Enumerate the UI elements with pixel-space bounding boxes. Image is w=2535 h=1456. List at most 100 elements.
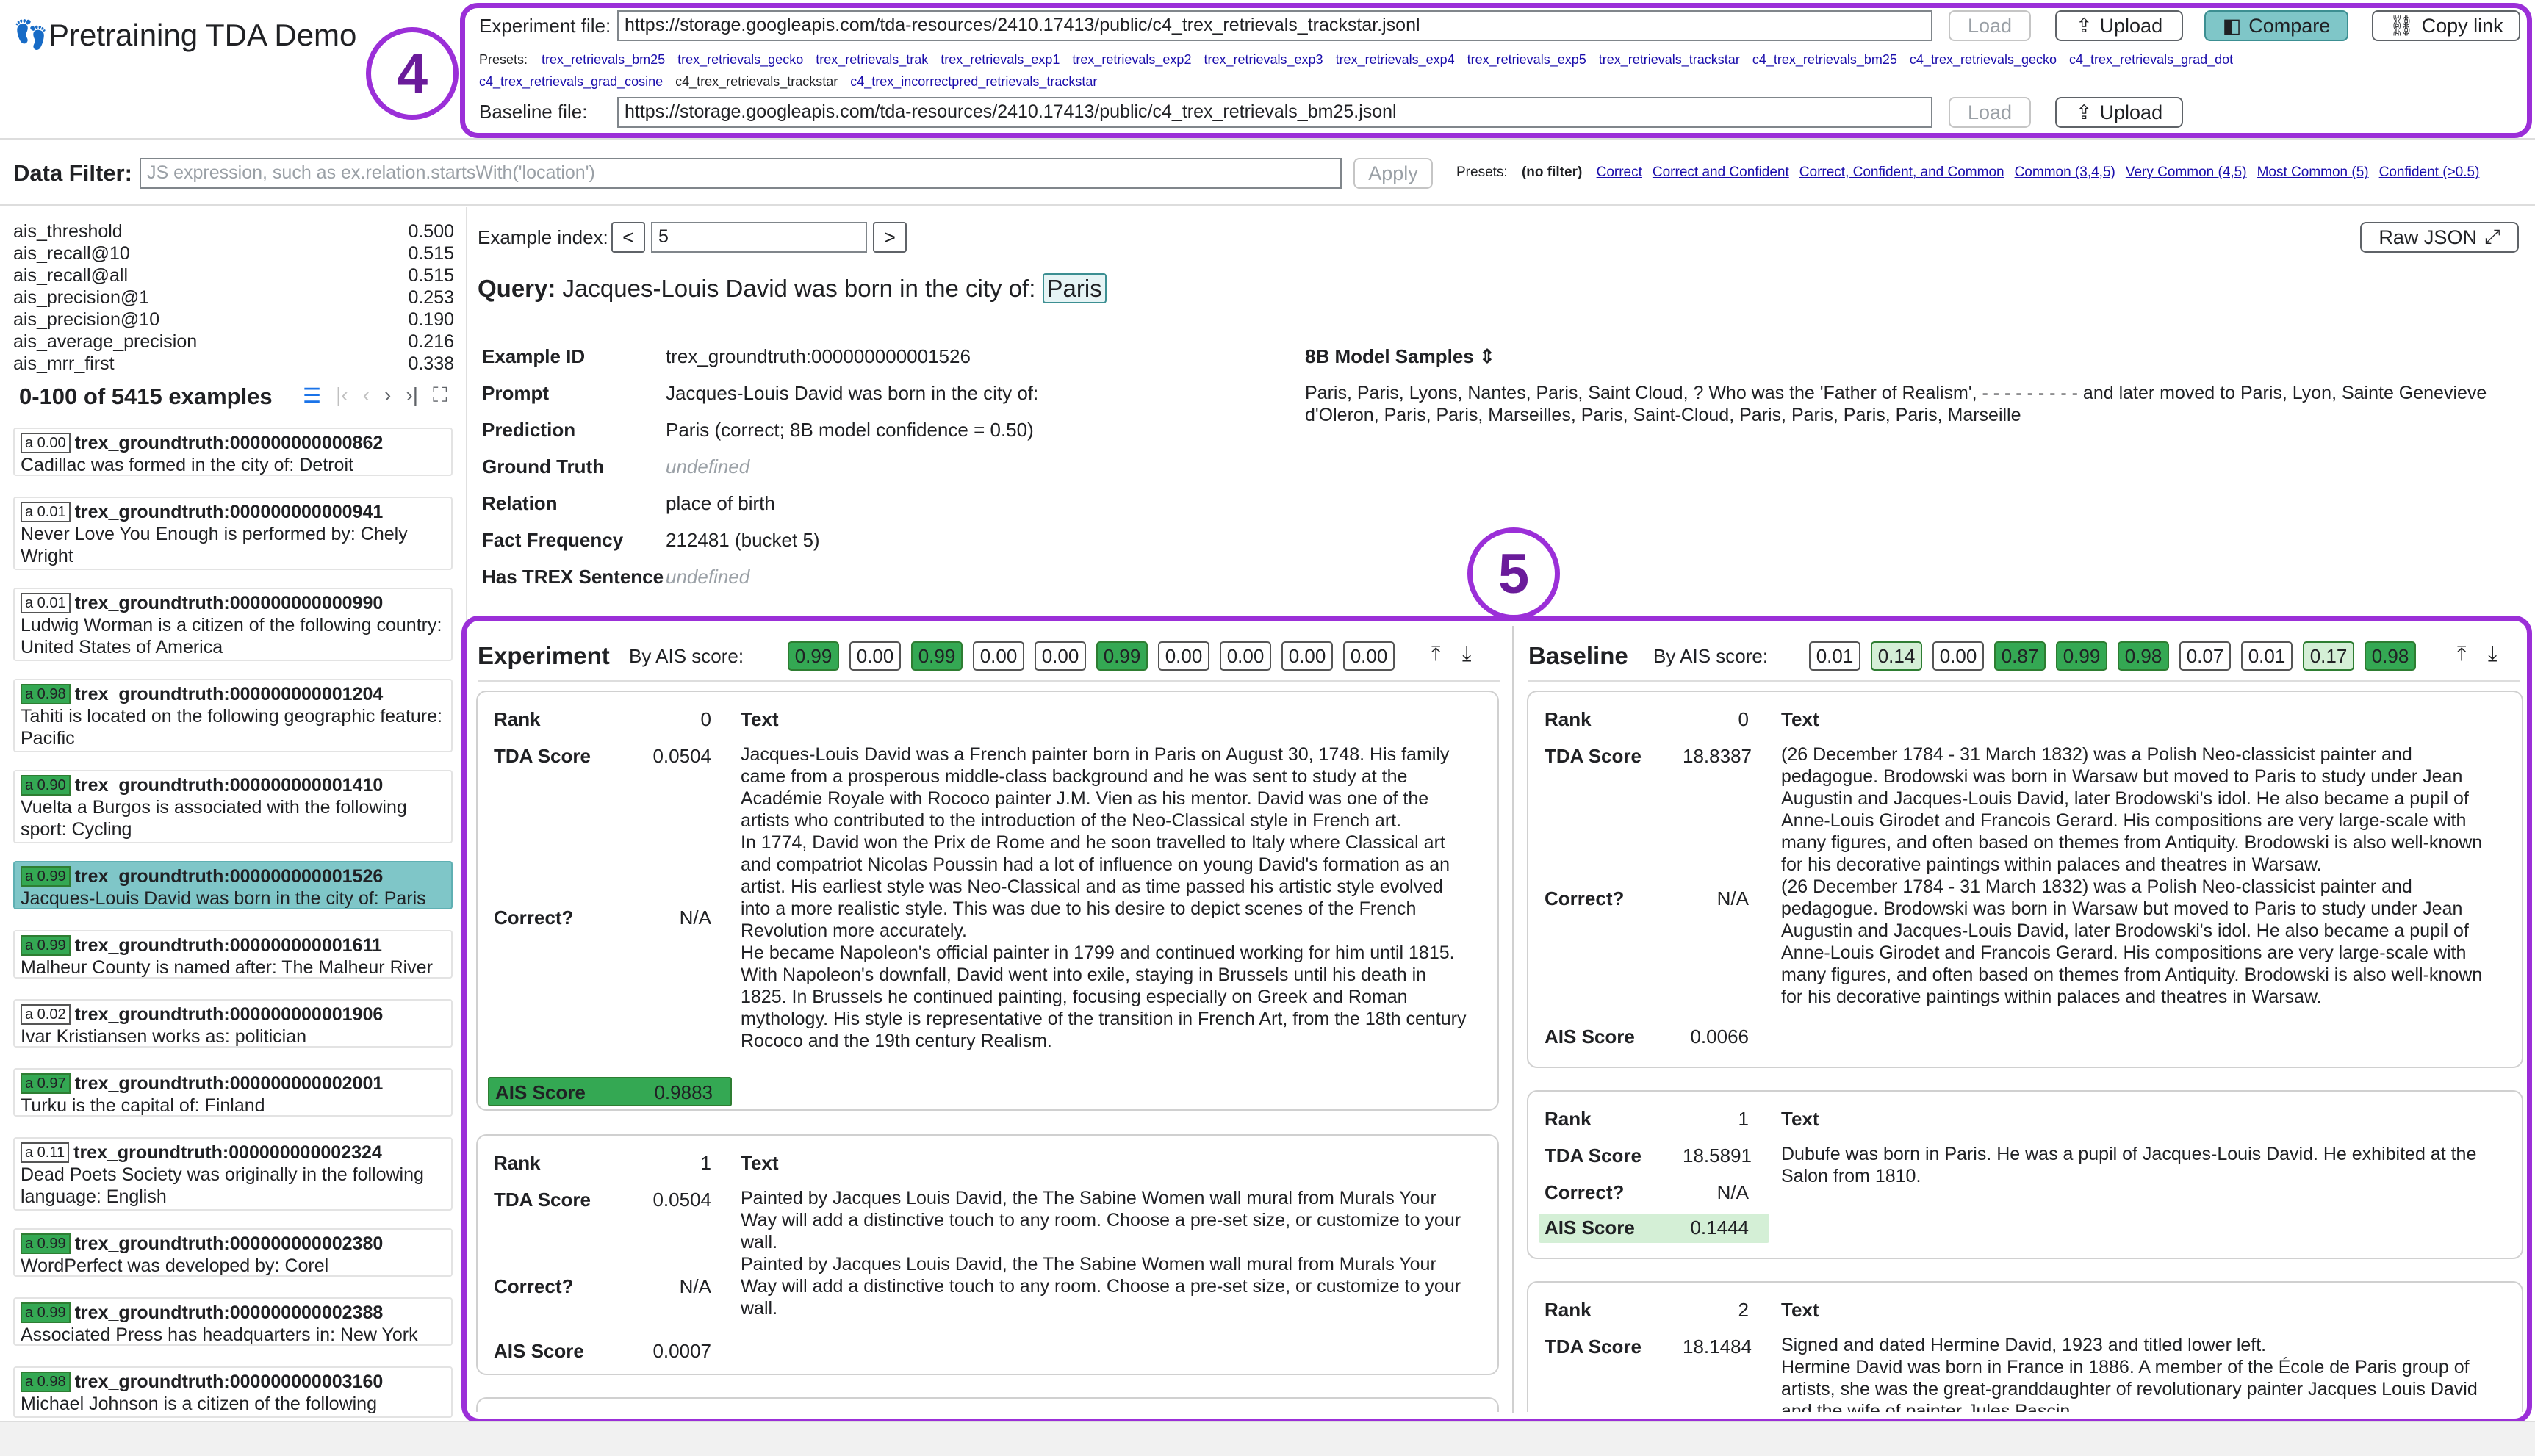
raw-json-button[interactable]: Raw JSON ⤢ [2360, 222, 2519, 253]
ais-score-chip[interactable]: 0.00 [1158, 641, 1209, 671]
experiment-preset-link[interactable]: trex_retrievals_exp2 [1072, 52, 1191, 67]
last-page-icon[interactable]: ›| [406, 383, 418, 408]
ais-score-chip[interactable]: 0.98 [2118, 641, 2169, 671]
list-item[interactable]: a 0.98 trex_groundtruth:000000000001204 Ta… [13, 679, 453, 752]
ais-score-chip[interactable]: 0.99 [788, 641, 839, 671]
example-index-input[interactable]: 5 [651, 222, 867, 253]
list-item-text: Malheur County is named after: The Malhe… [21, 957, 433, 978]
experiment-load-button[interactable]: Load [1949, 10, 2031, 41]
correct-label: Correct? [494, 907, 574, 929]
ais-score-chip[interactable]: 0.99 [2056, 641, 2107, 671]
experiment-file-input[interactable]: https://storage.googleapis.com/tda-resou… [617, 10, 1932, 41]
ais-score-chip[interactable]: 0.99 [1096, 641, 1148, 671]
experiment-preset-link[interactable]: trex_retrievals_exp3 [1204, 52, 1323, 67]
ais-score-chip[interactable]: 0.07 [2179, 641, 2231, 671]
ais-score-chip[interactable]: 0.98 [2365, 641, 2416, 671]
filter-preset-link[interactable]: Most Common (5) [2257, 165, 2369, 180]
upload-icon: ⇪ [2075, 14, 2093, 37]
filter-preset-link[interactable]: Correct, Confident, and Common [1799, 165, 2004, 180]
experiment-download-icon[interactable]: ⤓ [1462, 642, 1471, 666]
experiment-upload-button[interactable]: ⇪ Upload [2055, 10, 2183, 41]
experiment-preset-link[interactable]: trex_retrievals_gecko [677, 52, 803, 67]
prev-example-button[interactable]: < [611, 222, 645, 253]
baseline-download-icon[interactable]: ⤓ [2488, 642, 2497, 666]
experiment-preset-current[interactable]: c4_trex_retrievals_trackstar [675, 74, 838, 89]
ais-score-chip[interactable]: 0.14 [1871, 641, 1922, 671]
experiment-preset-link[interactable]: c4_trex_retrievals_grad_dot [2069, 52, 2233, 67]
experiment-preset-link[interactable]: trex_retrievals_exp1 [941, 52, 1060, 67]
baseline-file-input[interactable]: https://storage.googleapis.com/tda-resou… [617, 97, 1932, 128]
list-item[interactable]: a 0.02 trex_groundtruth:000000000001906 Iv… [13, 999, 453, 1048]
experiment-preset-link[interactable]: trex_retrievals_bm25 [542, 52, 665, 67]
annotation-number: 5 [1497, 542, 1530, 605]
result-card: Rank 0 Text TDA Score 0.0504 Jacques-Louis Da… [476, 691, 1499, 1111]
experiment-preset-link[interactable]: c4_trex_retrievals_gecko [1910, 52, 2057, 67]
filter-preset-link[interactable]: Very Common (4,5) [2126, 165, 2247, 180]
experiment-preset-link[interactable]: c4_trex_incorrectpred_retrievals_trackst… [850, 74, 1097, 89]
list-item[interactable]: a 0.99 trex_groundtruth:000000000001611 Ma… [13, 930, 453, 979]
horizontal-scrollbar[interactable] [0, 1421, 2535, 1456]
ais-score-chip[interactable]: 0.17 [2303, 641, 2354, 671]
baseline-load-button[interactable]: Load [1949, 97, 2031, 128]
filter-preset-no-filter[interactable]: (no filter) [1522, 165, 1582, 180]
list-item[interactable]: a 0.01 trex_groundtruth:000000000000941 Ne… [13, 497, 453, 570]
experiment-preset-link[interactable]: trex_retrievals_exp4 [1336, 52, 1455, 67]
list-item[interactable]: a 0.00 trex_groundtruth:000000000000862 Ca… [13, 428, 453, 476]
ais-score-chip[interactable]: 0.01 [2241, 641, 2293, 671]
rank-label: Rank [1545, 1299, 1592, 1321]
baseline-file-label: Baseline file: [479, 101, 588, 123]
list-view-icon[interactable]: ☰ [303, 383, 321, 408]
experiment-scroll-top-icon[interactable]: ⤒ [1431, 642, 1440, 666]
list-item[interactable]: a 0.97 trex_groundtruth:000000000002001 Tu… [13, 1068, 453, 1117]
next-page-icon[interactable]: › [384, 383, 391, 408]
list-item-text: Dead Poets Society was originally in the… [21, 1164, 424, 1207]
filter-preset-link[interactable]: Correct [1597, 165, 1642, 180]
experiment-preset-link[interactable]: c4_trex_retrievals_grad_cosine [479, 74, 663, 89]
list-item[interactable]: a 0.99 trex_groundtruth:000000000002388 As… [13, 1297, 453, 1346]
filter-preset-link[interactable]: Correct and Confident [1653, 165, 1789, 180]
ais-score-chip[interactable]: 0.87 [1994, 641, 2046, 671]
baseline-pane-title: Baseline [1528, 642, 1628, 669]
text-label: Text [741, 1152, 779, 1174]
list-item[interactable]: a 0.01 trex_groundtruth:000000000000990 Lu… [13, 588, 453, 661]
list-item[interactable]: a 0.11 trex_groundtruth:000000000002324 De… [13, 1137, 453, 1211]
filter-input[interactable]: JS expression, such as ex.relation.start… [140, 158, 1342, 189]
first-page-icon[interactable]: |‹ [336, 383, 348, 408]
list-item-id: trex_groundtruth:000000000001906 [74, 1004, 384, 1025]
next-example-button[interactable]: > [873, 222, 907, 253]
ais-badge: a 0.11 [21, 1142, 70, 1163]
samples-header[interactable]: 8B Model Samples ⇕ [1305, 345, 1495, 368]
filter-preset-link[interactable]: Confident (>0.5) [2379, 165, 2480, 180]
list-item-header: a 0.98 trex_groundtruth:000000000001204 [21, 683, 445, 705]
ais-score-chip[interactable]: 0.99 [911, 641, 963, 671]
ais-score-chip[interactable]: 0.00 [973, 641, 1024, 671]
baseline-scroll-top-icon[interactable]: ⤒ [2457, 642, 2466, 666]
ais-badge: a 0.99 [21, 1302, 71, 1323]
list-item[interactable]: a 0.90 trex_groundtruth:000000000001410 Vu… [13, 770, 453, 843]
result-card: Rank 2 Text TDA Score 18.1484 Signed and date… [1527, 1281, 2523, 1412]
experiment-preset-link[interactable]: trex_retrievals_trackstar [1599, 52, 1740, 67]
ais-score-chip[interactable]: 0.00 [849, 641, 901, 671]
experiment-preset-link[interactable]: trex_retrievals_trak [816, 52, 928, 67]
list-item[interactable]: a 0.99 trex_groundtruth:000000000001526 Ja… [13, 861, 453, 909]
list-item-header: a 0.00 trex_groundtruth:000000000000862 [21, 432, 445, 454]
ais-score-chip[interactable]: 0.01 [1809, 641, 1860, 671]
copy-link-button[interactable]: ⛓ Copy link [2372, 10, 2520, 41]
ais-score-chip[interactable]: 0.00 [1343, 641, 1395, 671]
apply-button[interactable]: Apply [1353, 158, 1433, 189]
prev-page-icon[interactable]: ‹ [363, 383, 370, 408]
ais-score-chip[interactable]: 0.00 [1281, 641, 1333, 671]
expand-icon[interactable]: ⛶ [433, 383, 447, 408]
list-item-header: a 0.97 trex_groundtruth:000000000002001 [21, 1073, 445, 1095]
filter-preset-link[interactable]: Common (3,4,5) [2015, 165, 2115, 180]
ais-score-chip[interactable]: 0.00 [1035, 641, 1086, 671]
experiment-preset-link[interactable]: trex_retrievals_exp5 [1467, 52, 1586, 67]
compare-button[interactable]: ◧ Compare [2204, 10, 2348, 41]
ais-score-chip[interactable]: 0.00 [1932, 641, 1984, 671]
list-item[interactable]: a 0.99 trex_groundtruth:000000000002380 Wo… [13, 1228, 453, 1277]
baseline-upload-button[interactable]: ⇪ Upload [2055, 97, 2183, 128]
ais-score-chip[interactable]: 0.00 [1220, 641, 1271, 671]
list-item-id: trex_groundtruth:000000000000862 [74, 433, 384, 453]
list-item[interactable]: a 0.98 trex_groundtruth:000000000003160 Mi… [13, 1366, 453, 1418]
experiment-preset-link[interactable]: c4_trex_retrievals_bm25 [1752, 52, 1897, 67]
